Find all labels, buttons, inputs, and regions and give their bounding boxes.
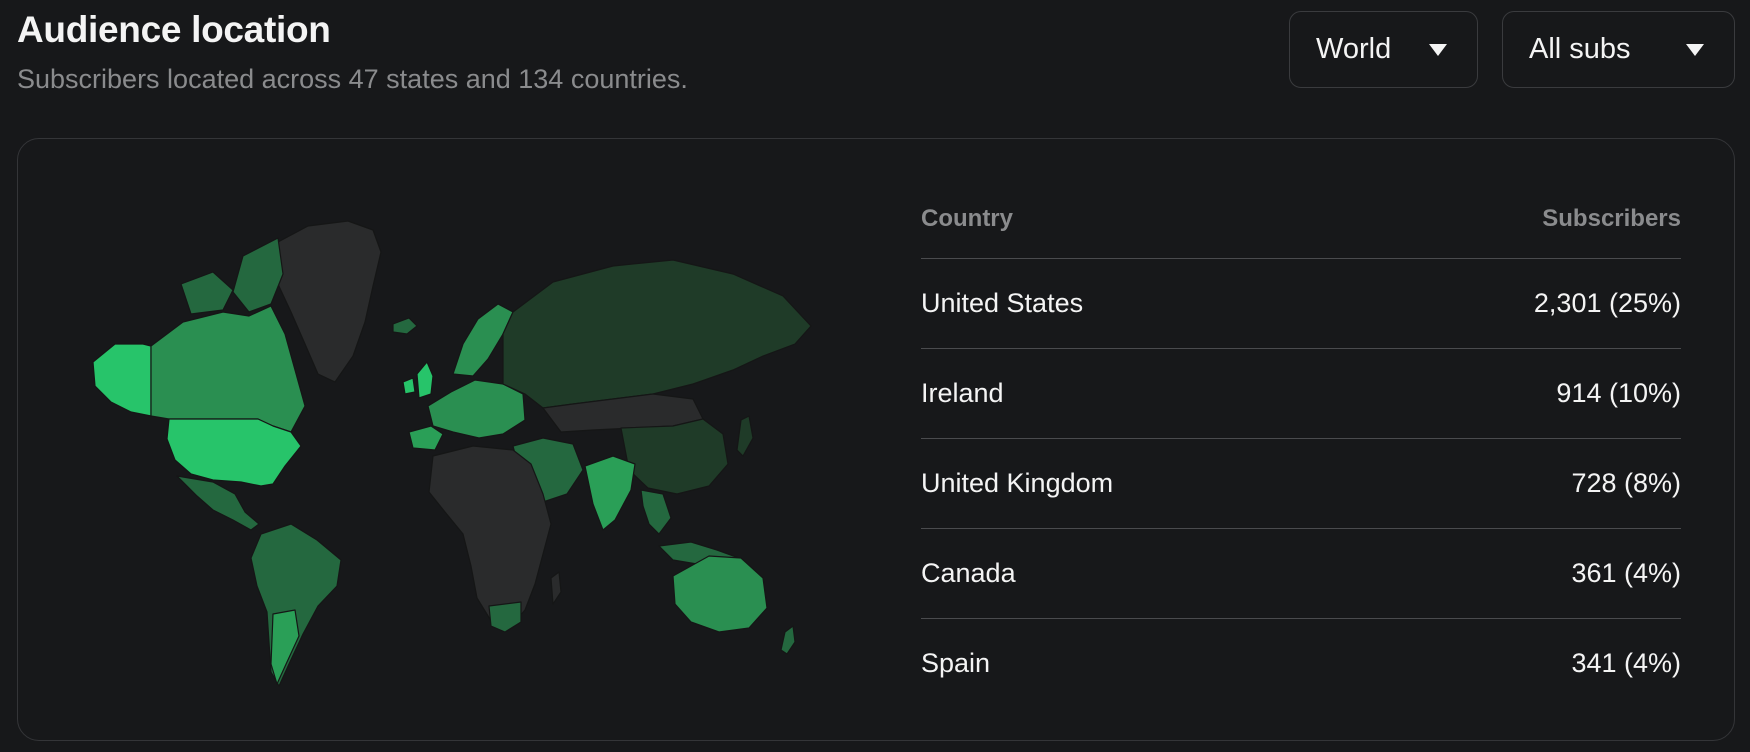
- map-canada-islands[interactable]: [232, 237, 284, 313]
- map-mexico[interactable]: [176, 475, 260, 531]
- map-india[interactable]: [584, 455, 636, 531]
- map-greenland[interactable]: [276, 220, 382, 383]
- map-southeast-asia[interactable]: [640, 489, 672, 535]
- map-iceland[interactable]: [392, 317, 418, 335]
- map-africa[interactable]: [428, 445, 552, 627]
- caret-down-icon: [1686, 43, 1704, 56]
- page-subtitle: Subscribers located across 47 states and…: [17, 64, 688, 94]
- world-map[interactable]: [73, 194, 853, 694]
- map-new-zealand[interactable]: [780, 625, 796, 655]
- subscriber-count: 728 (8%): [1571, 468, 1681, 498]
- audience-dropdown[interactable]: All subs: [1502, 11, 1735, 88]
- subscriber-count: 361 (4%): [1571, 558, 1681, 588]
- map-canada[interactable]: [150, 305, 306, 433]
- audience-location-card: Country Subscribers United States 2,301 …: [17, 138, 1735, 741]
- country-name: Canada: [921, 558, 1016, 588]
- map-south-america[interactable]: [250, 523, 342, 687]
- map-australia[interactable]: [672, 555, 768, 633]
- region-dropdown[interactable]: World: [1289, 11, 1478, 88]
- audience-dropdown-value: All subs: [1529, 33, 1631, 65]
- country-name: Spain: [921, 648, 991, 678]
- region-dropdown-value: World: [1316, 33, 1392, 65]
- subscriber-count: 914 (10%): [1556, 378, 1681, 408]
- country-name: United Kingdom: [921, 468, 1114, 498]
- page-title: Audience location: [17, 9, 331, 50]
- map-united-kingdom[interactable]: [416, 361, 434, 399]
- map-ireland[interactable]: [402, 377, 416, 395]
- map-united-states[interactable]: [166, 418, 302, 487]
- table-row[interactable]: Ireland 914 (10%): [921, 349, 1681, 439]
- subscriber-count: 341 (4%): [1571, 648, 1681, 678]
- map-china[interactable]: [620, 418, 729, 495]
- table-row[interactable]: United Kingdom 728 (8%): [921, 439, 1681, 529]
- map-south-africa[interactable]: [488, 601, 522, 633]
- country-name: United States: [921, 288, 1084, 318]
- table-row[interactable]: United States 2,301 (25%): [921, 259, 1681, 349]
- map-russia[interactable]: [502, 259, 812, 409]
- column-header-country: Country: [921, 204, 1013, 232]
- table-row[interactable]: Spain 341 (4%): [921, 619, 1681, 708]
- caret-down-icon: [1429, 43, 1447, 56]
- country-name: Ireland: [921, 378, 1004, 408]
- map-japan[interactable]: [736, 415, 754, 457]
- table-header: Country Subscribers: [921, 179, 1681, 259]
- header: Audience location Subscribers located ac…: [17, 8, 688, 96]
- subscriber-count: 2,301 (25%): [1533, 288, 1681, 318]
- column-header-subscribers: Subscribers: [1542, 204, 1681, 232]
- world-map-svg: [92, 220, 812, 687]
- map-madagascar[interactable]: [550, 571, 562, 605]
- map-canada-islands-2[interactable]: [180, 271, 234, 315]
- map-spain[interactable]: [408, 425, 444, 451]
- map-alaska[interactable]: [92, 343, 152, 417]
- map-europe[interactable]: [427, 379, 526, 439]
- table-row[interactable]: Canada 361 (4%): [921, 529, 1681, 619]
- country-table: Country Subscribers United States 2,301 …: [921, 179, 1681, 708]
